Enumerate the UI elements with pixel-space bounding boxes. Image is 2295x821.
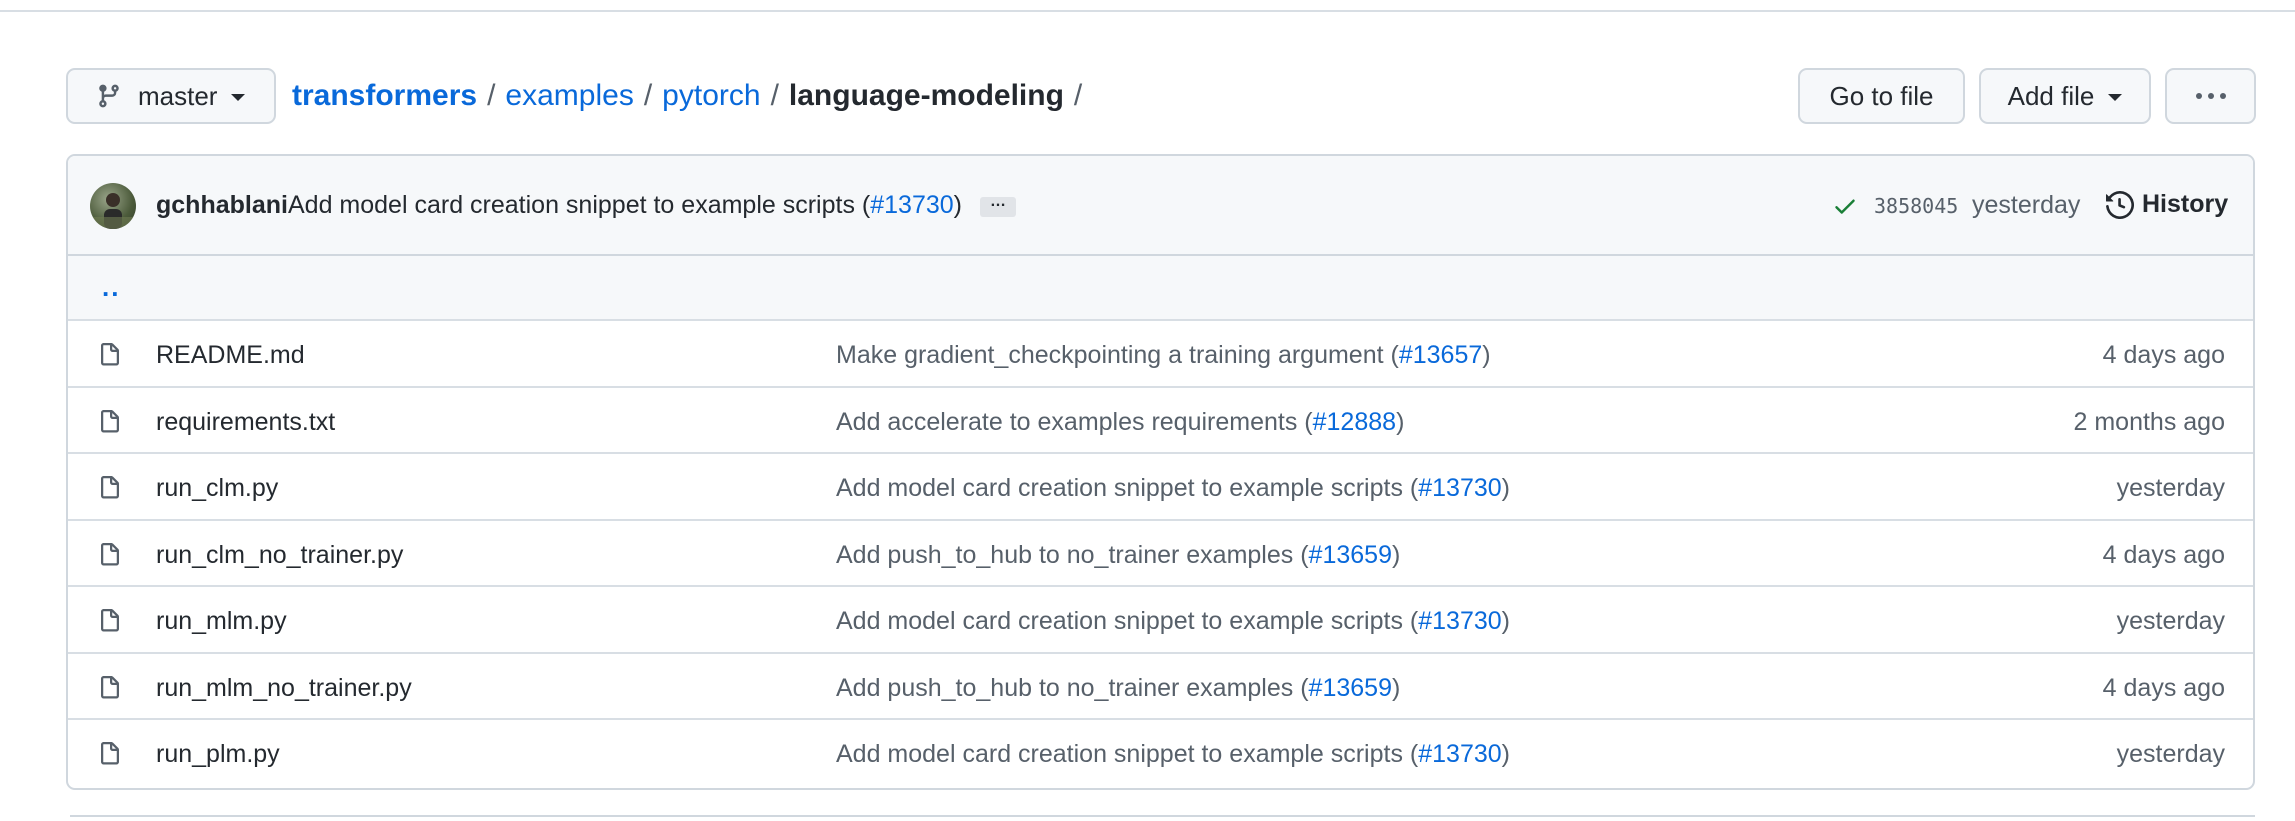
file-commit-message[interactable]: Add model card creation snippet to examp… xyxy=(836,740,1510,769)
file-commit-text: Add push_to_hub to no_trainer examples ( xyxy=(836,540,1309,569)
avatar[interactable] xyxy=(90,183,136,229)
commit-message-text: Add model card creation snippet to examp… xyxy=(288,191,871,219)
file-commit-message[interactable]: Add model card creation snippet to examp… xyxy=(836,474,1510,503)
more-options-button[interactable] xyxy=(2165,68,2256,124)
git-branch-icon xyxy=(96,83,122,109)
file-row: run_clm.py Add model card creation snippe… xyxy=(68,454,2253,521)
file-icon xyxy=(98,474,122,502)
file-row: run_mlm_no_trainer.py Add push_to_hub to … xyxy=(68,654,2253,720)
breadcrumb-separator: / xyxy=(1073,79,1083,112)
file-commit-text-end: ) xyxy=(1501,607,1510,635)
file-commit-text: Add model card creation snippet to examp… xyxy=(836,474,1419,502)
file-name-link[interactable]: run_mlm_no_trainer.py xyxy=(156,674,412,703)
file-commit-text: Add push_to_hub to no_trainer examples ( xyxy=(836,673,1309,702)
file-commit-text-end: ) xyxy=(1391,673,1401,702)
next-section-edge xyxy=(70,815,2255,821)
chevron-down-icon xyxy=(231,94,246,101)
file-name-link[interactable]: run_plm.py xyxy=(156,740,280,769)
breadcrumb-link-examples[interactable]: examples xyxy=(505,79,633,113)
add-file-button[interactable]: Add file xyxy=(1979,68,2151,124)
parent-directory-row[interactable]: .. xyxy=(68,256,2253,321)
file-commit-pr-link[interactable]: #13659 xyxy=(1309,541,1392,569)
file-icon xyxy=(98,541,122,569)
breadcrumb-link-pytorch[interactable]: pytorch xyxy=(662,79,760,113)
commit-message[interactable]: Add model card creation snippet to examp… xyxy=(288,191,962,220)
kebab-horizontal-icon xyxy=(2195,93,2226,99)
file-commit-message[interactable]: Add push_to_hub to no_trainer examples (… xyxy=(836,541,1400,570)
file-commit-time: 2 months ago xyxy=(2073,407,2226,436)
commit-message-end: ) xyxy=(953,191,962,219)
commit-time: yesterday xyxy=(1972,191,2081,219)
file-commit-pr-link[interactable]: #13730 xyxy=(1418,740,1501,768)
file-icon xyxy=(98,607,122,635)
breadcrumb-repo-link[interactable]: transformers xyxy=(292,79,477,113)
file-commit-message[interactable]: Add accelerate to examples requirements … xyxy=(836,408,1404,437)
file-commit-text: Add model card creation snippet to examp… xyxy=(836,607,1419,635)
file-commit-text-end: ) xyxy=(1482,341,1491,369)
expand-commit-button[interactable]: … xyxy=(980,194,1016,217)
file-name-link[interactable]: run_mlm.py xyxy=(156,607,287,636)
file-row: run_plm.py Add model card creation snippe… xyxy=(68,720,2253,787)
breadcrumb-separator: / xyxy=(770,79,779,112)
file-commit-message[interactable]: Add model card creation snippet to examp… xyxy=(836,607,1510,636)
file-commit-text: Add model card creation snippet to examp… xyxy=(836,740,1419,768)
file-commit-time: 4 days ago xyxy=(2102,341,2225,369)
file-commit-time: 4 days ago xyxy=(2102,673,2225,702)
file-commit-message[interactable]: Make gradient_checkpointing a training a… xyxy=(836,341,1491,370)
file-icon xyxy=(98,740,122,768)
history-icon xyxy=(2106,190,2134,219)
file-commit-time: yesterday xyxy=(2116,474,2225,502)
file-navigation: master transformers / examples / pytorch… xyxy=(66,68,2256,128)
file-commit-message[interactable]: Add push_to_hub to no_trainer examples (… xyxy=(836,674,1400,703)
commit-sha[interactable]: 3858045 xyxy=(1874,194,1958,218)
breadcrumb-separator: / xyxy=(643,79,653,112)
check-icon[interactable] xyxy=(1832,193,1858,219)
latest-commit-bar: gchhablani Add model card creation snipp… xyxy=(68,156,2253,256)
file-list-box: gchhablani Add model card creation snipp… xyxy=(66,154,2255,790)
file-commit-pr-link[interactable]: #13659 xyxy=(1309,674,1392,702)
file-commit-time: yesterday xyxy=(2116,740,2225,768)
file-row: run_mlm.py Add model card creation snippe… xyxy=(68,587,2253,654)
chevron-down-icon xyxy=(2108,94,2123,101)
go-to-file-button[interactable]: Go to file xyxy=(1798,68,1965,124)
branch-select-button[interactable]: master xyxy=(66,68,276,124)
file-name-link[interactable]: requirements.txt xyxy=(156,408,335,437)
file-commit-text: Make gradient_checkpointing a training a… xyxy=(836,341,1399,369)
add-file-label: Add file xyxy=(2007,80,2095,111)
commit-pr-link[interactable]: #13730 xyxy=(870,191,953,219)
file-row: run_clm_no_trainer.py Add push_to_hub to … xyxy=(68,521,2253,587)
file-row: README.md Make gradient_checkpointing a t… xyxy=(68,321,2253,388)
history-label: History xyxy=(2142,190,2229,218)
branch-name: master xyxy=(138,80,218,111)
file-row: requirements.txt Add accelerate to exampl… xyxy=(68,388,2253,454)
file-commit-pr-link[interactable]: #13730 xyxy=(1418,474,1501,502)
file-commit-text-end: ) xyxy=(1501,474,1510,502)
file-name-link[interactable]: README.md xyxy=(156,341,305,370)
file-commit-pr-link[interactable]: #13657 xyxy=(1399,341,1482,369)
file-commit-text: Add accelerate to examples requirements … xyxy=(836,407,1313,436)
breadcrumb-separator: / xyxy=(487,79,496,112)
top-divider xyxy=(0,10,2295,12)
file-icon xyxy=(98,408,122,436)
breadcrumb: transformers / examples / pytorch / lang… xyxy=(292,68,1092,124)
commit-author[interactable]: gchhablani xyxy=(156,191,288,220)
file-commit-time: yesterday xyxy=(2116,607,2225,635)
file-commit-text-end: ) xyxy=(1501,740,1510,768)
file-commit-text-end: ) xyxy=(1391,540,1401,569)
file-commit-pr-link[interactable]: #13730 xyxy=(1418,607,1501,635)
history-link[interactable]: History xyxy=(2106,190,2228,219)
file-icon xyxy=(98,674,122,702)
file-rows: README.md Make gradient_checkpointing a t… xyxy=(68,321,2253,787)
parent-directory-link[interactable]: .. xyxy=(102,272,120,303)
file-commit-time: 4 days ago xyxy=(2102,540,2225,569)
file-commit-text-end: ) xyxy=(1396,407,1405,436)
file-icon xyxy=(98,341,122,369)
file-name-link[interactable]: run_clm.py xyxy=(156,474,278,503)
breadcrumb-current: language-modeling xyxy=(788,79,1064,112)
file-name-link[interactable]: run_clm_no_trainer.py xyxy=(156,541,403,570)
file-commit-pr-link[interactable]: #12888 xyxy=(1313,408,1396,436)
